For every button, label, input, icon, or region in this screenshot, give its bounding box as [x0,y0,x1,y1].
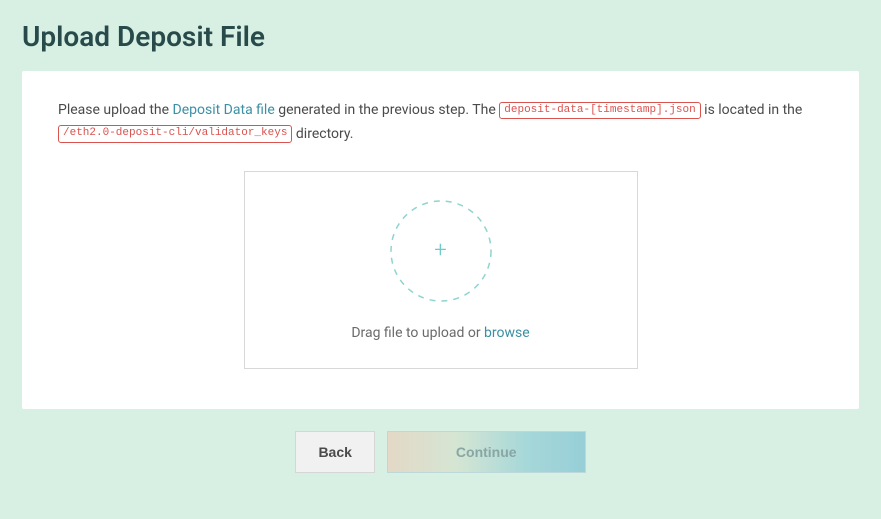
instruction-part1: Please upload the [58,102,173,118]
page-title: Upload Deposit File [0,0,881,71]
path-chip: /eth2.0-deposit-cli/validator_keys [58,125,292,142]
drop-text: Drag file to upload or browse [351,325,529,341]
browse-link[interactable]: browse [484,325,530,341]
back-button[interactable]: Back [295,431,374,473]
instruction-text: Please upload the Deposit Data file gene… [58,99,823,147]
upload-card: Please upload the Deposit Data file gene… [22,71,859,409]
dashed-circle: + [389,199,493,303]
continue-button[interactable]: Continue [387,431,586,473]
dashed-circle-svg [389,199,493,303]
instruction-part3: is located in the [701,102,803,118]
dropzone-wrap: + Drag file to upload or browse [58,171,823,369]
instruction-part2: generated in the previous step. The [275,102,500,118]
filename-chip: deposit-data-[timestamp].json [499,102,700,119]
file-dropzone[interactable]: + Drag file to upload or browse [244,171,638,369]
deposit-data-file-link[interactable]: Deposit Data file [173,102,275,118]
drop-text-prefix: Drag file to upload or [351,325,484,341]
button-row: Back Continue [0,431,881,473]
instruction-part4: directory. [292,126,353,142]
